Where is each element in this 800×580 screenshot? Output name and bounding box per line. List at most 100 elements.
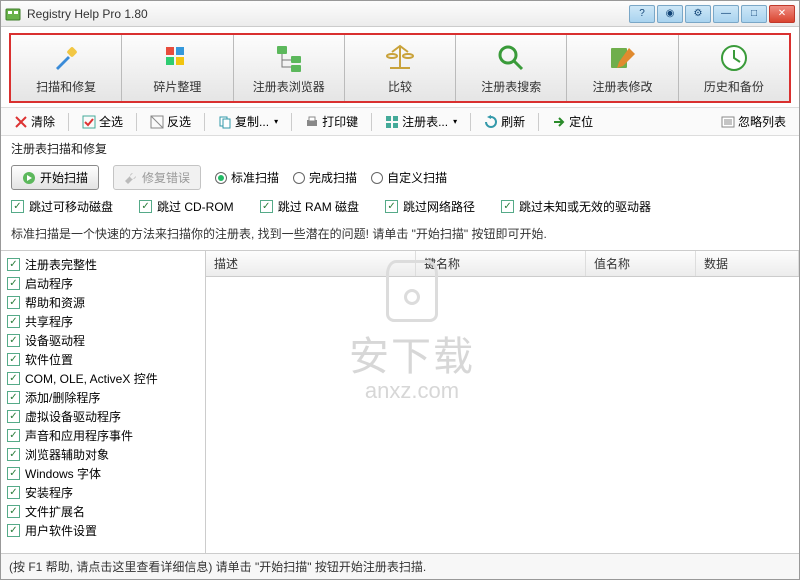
category-item[interactable]: ✓软件位置: [3, 350, 203, 369]
col-desc[interactable]: 描述: [206, 251, 416, 276]
scan-bar: 开始扫描 修复错误 标准扫描 完成扫描 自定义扫描: [1, 161, 799, 194]
category-item[interactable]: ✓声音和应用程序事件: [3, 426, 203, 445]
arrow-icon: [552, 115, 566, 129]
clear-button[interactable]: 清除: [9, 110, 60, 133]
checkbox-icon: ✓: [7, 391, 20, 404]
chk-skip-unknown[interactable]: ✓跳过未知或无效的驱动器: [501, 198, 651, 215]
checkbox-icon: ✓: [7, 410, 20, 423]
category-item[interactable]: ✓启动程序: [3, 274, 203, 293]
help-button[interactable]: ?: [629, 5, 655, 23]
hint-text: 标准扫描是一个快速的方法来扫描你的注册表, 找到一些潜在的问题! 请单击 "开始…: [1, 221, 799, 250]
skip-options: ✓跳过可移动磁盘 ✓跳过 CD-ROM ✓跳过 RAM 磁盘 ✓跳过网络路径 ✓…: [1, 194, 799, 221]
locate-button[interactable]: 定位: [547, 110, 598, 133]
status-bar: (按 F1 帮助, 请点击这里查看详细信息) 请单击 "开始扫描" 按钮开始注册…: [1, 553, 799, 579]
category-item[interactable]: ✓安装程序: [3, 483, 203, 502]
col-valuename[interactable]: 值名称: [586, 251, 696, 276]
category-item[interactable]: ✓共享程序: [3, 312, 203, 331]
scale-icon: [384, 42, 416, 74]
grid-header: 描述 键名称 值名称 数据: [206, 251, 799, 277]
tool-compare[interactable]: 比较: [345, 35, 456, 101]
settings-button[interactable]: ⚙: [685, 5, 711, 23]
tool-defrag[interactable]: 碎片整理: [122, 35, 233, 101]
checkbox-icon: ✓: [7, 353, 20, 366]
checkbox-icon: ✓: [7, 315, 20, 328]
brush-icon: [50, 42, 82, 74]
x-icon: [14, 115, 28, 129]
fix-errors-button[interactable]: 修复错误: [113, 165, 201, 190]
category-item[interactable]: ✓虚拟设备驱动程序: [3, 407, 203, 426]
checkbox-icon: ✓: [7, 372, 20, 385]
defrag-icon: [161, 42, 193, 74]
app-icon: [5, 6, 21, 22]
search-icon: [495, 42, 527, 74]
window-buttons: ? ◉ ⚙ — □ ✕: [629, 5, 795, 23]
checkbox-icon: ✓: [7, 505, 20, 518]
minimize-button[interactable]: —: [713, 5, 739, 23]
category-item[interactable]: ✓添加/删除程序: [3, 388, 203, 407]
chk-skip-ram[interactable]: ✓跳过 RAM 磁盘: [260, 198, 359, 215]
category-item[interactable]: ✓帮助和资源: [3, 293, 203, 312]
checkbox-icon: ✓: [7, 429, 20, 442]
panel-title: 注册表扫描和修复: [1, 136, 799, 161]
chk-skip-removable[interactable]: ✓跳过可移动磁盘: [11, 198, 113, 215]
sub-toolbar: 清除 全选 反选 复制...▾ 打印键 注册表...▾ 刷新 定位 忽略列表: [1, 107, 799, 136]
category-item[interactable]: ✓文件扩展名: [3, 502, 203, 521]
tree-icon: [273, 42, 305, 74]
wrench-icon: [124, 171, 138, 185]
maximize-button[interactable]: □: [741, 5, 767, 23]
dropdown-icon: ▾: [453, 117, 457, 126]
printkey-button[interactable]: 打印键: [300, 110, 363, 133]
result-grid[interactable]: 描述 键名称 值名称 数据: [206, 251, 799, 553]
category-item[interactable]: ✓设备驱动程: [3, 331, 203, 350]
radio-complete-scan[interactable]: 完成扫描: [293, 169, 357, 186]
reg-icon: [385, 115, 399, 129]
close-button[interactable]: ✕: [769, 5, 795, 23]
tool-browser[interactable]: 注册表浏览器: [234, 35, 345, 101]
checkbox-icon: ✓: [7, 334, 20, 347]
copy-button[interactable]: 复制...▾: [213, 110, 283, 133]
category-item[interactable]: ✓Windows 字体: [3, 464, 203, 483]
refresh-button[interactable]: 刷新: [479, 110, 530, 133]
checkbox-icon: ✓: [7, 258, 20, 271]
radio-standard-scan[interactable]: 标准扫描: [215, 169, 279, 186]
main-toolbar: 扫描和修复 碎片整理 注册表浏览器 比较 注册表搜索 注册表修改 历史和备份: [9, 33, 791, 103]
list-icon: [721, 115, 735, 129]
registry-button[interactable]: 注册表...▾: [380, 110, 462, 133]
checkbox-icon: ✓: [7, 296, 20, 309]
play-icon: [22, 171, 36, 185]
radio-custom-scan[interactable]: 自定义扫描: [371, 169, 447, 186]
invert-icon: [150, 115, 164, 129]
checkbox-icon: ✓: [7, 524, 20, 537]
ignore-button[interactable]: 忽略列表: [716, 110, 791, 133]
checkbox-icon: ✓: [7, 277, 20, 290]
clock-icon: [718, 42, 750, 74]
dropdown-icon: ▾: [274, 117, 278, 126]
chk-skip-network[interactable]: ✓跳过网络路径: [385, 198, 475, 215]
category-item[interactable]: ✓浏览器辅助对象: [3, 445, 203, 464]
col-keyname[interactable]: 键名称: [416, 251, 586, 276]
category-item[interactable]: ✓注册表完整性: [3, 255, 203, 274]
tool-history[interactable]: 历史和备份: [679, 35, 789, 101]
edit-icon: [607, 42, 639, 74]
category-list[interactable]: ✓注册表完整性✓启动程序✓帮助和资源✓共享程序✓设备驱动程✓软件位置✓COM, …: [1, 251, 206, 553]
tool-scan-repair[interactable]: 扫描和修复: [11, 35, 122, 101]
tool-edit[interactable]: 注册表修改: [567, 35, 678, 101]
col-data[interactable]: 数据: [696, 251, 799, 276]
window-title: Registry Help Pro 1.80: [27, 7, 629, 21]
invert-button[interactable]: 反选: [145, 110, 196, 133]
app-window: Registry Help Pro 1.80 ? ◉ ⚙ — □ ✕ 扫描和修复…: [0, 0, 800, 580]
checkbox-icon: ✓: [7, 467, 20, 480]
category-item[interactable]: ✓用户软件设置: [3, 521, 203, 540]
check-icon: [82, 115, 96, 129]
tool-search[interactable]: 注册表搜索: [456, 35, 567, 101]
refresh-icon: [484, 115, 498, 129]
category-item[interactable]: ✓COM, OLE, ActiveX 控件: [3, 369, 203, 388]
start-scan-button[interactable]: 开始扫描: [11, 165, 99, 190]
pin-button[interactable]: ◉: [657, 5, 683, 23]
checkbox-icon: ✓: [7, 486, 20, 499]
chk-skip-cdrom[interactable]: ✓跳过 CD-ROM: [139, 198, 234, 215]
content-area: ✓注册表完整性✓启动程序✓帮助和资源✓共享程序✓设备驱动程✓软件位置✓COM, …: [1, 250, 799, 553]
selectall-button[interactable]: 全选: [77, 110, 128, 133]
checkbox-icon: ✓: [7, 448, 20, 461]
titlebar: Registry Help Pro 1.80 ? ◉ ⚙ — □ ✕: [1, 1, 799, 27]
